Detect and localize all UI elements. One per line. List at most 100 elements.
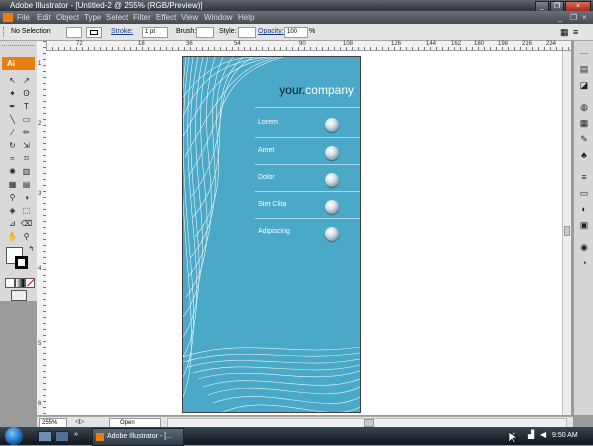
graph-tool-icon[interactable]: ▥ xyxy=(20,166,33,178)
live-paint-tool-icon[interactable]: ◈ xyxy=(6,205,19,217)
sphere-button-icon xyxy=(325,227,339,241)
eraser-tool-icon[interactable]: ⌫ xyxy=(20,218,33,230)
navigator-panel-icon[interactable]: ▤ xyxy=(578,63,590,75)
rectangle-tool-icon[interactable]: ▭ xyxy=(20,114,33,126)
stroke-weight-field[interactable]: 1 pt xyxy=(142,27,168,38)
document-setup-icon[interactable]: ▦ xyxy=(560,24,569,40)
stroke-weight-value: 1 pt xyxy=(145,29,156,35)
free-transform-tool-icon[interactable]: ⌑ xyxy=(20,153,33,165)
company-logo-text: your.company xyxy=(279,83,354,97)
quick-launch-expand-icon[interactable]: » xyxy=(74,431,78,438)
divider xyxy=(255,107,360,108)
line-tool-icon[interactable]: ╲ xyxy=(6,114,19,126)
color-panel-icon[interactable]: ◍ xyxy=(578,101,590,113)
sphere-button-icon xyxy=(325,146,339,160)
blend-tool-icon[interactable]: ◑ xyxy=(20,192,33,204)
menu-edit[interactable]: Edit xyxy=(37,11,51,24)
none-mode-icon[interactable] xyxy=(25,278,35,288)
brand-prefix: your. xyxy=(279,83,306,97)
menu-type[interactable]: Type xyxy=(84,11,101,24)
taskbar-illustrator-button[interactable]: Adobe Illustrator - [... xyxy=(92,428,184,446)
horizontal-scroll-thumb[interactable] xyxy=(364,419,374,427)
doc-restore-button[interactable]: ❐ xyxy=(570,11,577,24)
mesh-tool-icon[interactable]: ▦ xyxy=(6,179,19,191)
panel-menu-icon[interactable]: ≡ xyxy=(573,24,578,40)
color-mode-icon[interactable] xyxy=(5,278,15,288)
illustrator-app-icon xyxy=(96,433,104,441)
menu-help[interactable]: Help xyxy=(238,11,254,24)
graphic-styles-panel-icon[interactable]: ▣ xyxy=(578,219,590,231)
menu-effect[interactable]: Effect xyxy=(156,11,176,24)
swatches-panel-icon[interactable]: ▦ xyxy=(578,117,590,129)
transparency-panel-icon[interactable]: ◐ xyxy=(578,203,590,215)
warp-tool-icon[interactable]: ≈ xyxy=(6,153,19,165)
stroke-label[interactable]: Stroke: xyxy=(111,24,133,40)
symbol-sprayer-tool-icon[interactable]: ✺ xyxy=(6,166,19,178)
screen-mode-icon[interactable] xyxy=(11,290,27,301)
window-title: Adobe Illustrator - [Untitled-2 @ 255% (… xyxy=(10,1,203,10)
sphere-button-icon xyxy=(325,200,339,214)
artboard-nav-icon[interactable]: ◁▷ xyxy=(75,417,84,427)
clock[interactable]: 9:50 AM xyxy=(552,427,578,445)
switch-windows-icon[interactable] xyxy=(55,431,69,442)
slice-tool-icon[interactable]: ⊿ xyxy=(6,218,19,230)
layers-panel-icon[interactable]: ◔ xyxy=(578,257,590,269)
hand-tool-icon[interactable]: ✋ xyxy=(6,231,19,243)
eyedropper-tool-icon[interactable]: ⚲ xyxy=(6,192,19,204)
style-dropdown[interactable] xyxy=(238,27,256,38)
opacity-field[interactable]: 100 xyxy=(284,27,308,38)
lasso-tool-icon[interactable]: ʘ xyxy=(20,88,33,100)
pencil-tool-icon[interactable]: ✏ xyxy=(20,127,33,139)
mouse-cursor-icon xyxy=(509,432,517,444)
ruler-label: 5 xyxy=(38,341,42,347)
show-desktop-icon[interactable] xyxy=(38,431,52,442)
horizontal-ruler[interactable]: 72 18 36 54 90 108 126 144 162 180 198 2… xyxy=(46,41,571,51)
stroke-panel-icon[interactable]: ≡ xyxy=(578,171,590,183)
gradient-mode-icon[interactable] xyxy=(15,278,25,288)
divider xyxy=(255,164,360,165)
sphere-button-icon xyxy=(325,173,339,187)
scale-tool-icon[interactable]: ⇲ xyxy=(20,140,33,152)
rotate-tool-icon[interactable]: ↻ xyxy=(6,140,19,152)
volume-icon[interactable]: ◀ xyxy=(540,430,546,439)
brushes-panel-icon[interactable]: ✎ xyxy=(578,133,590,145)
nav-item-adipiscing: Adipiscing xyxy=(258,228,290,235)
type-tool-icon[interactable]: T xyxy=(20,101,33,113)
ruler-label: 4 xyxy=(38,266,42,272)
symbols-panel-icon[interactable]: ♣ xyxy=(578,149,590,161)
direct-selection-tool-icon[interactable]: ↗ xyxy=(20,75,33,87)
zoom-tool-icon[interactable]: ⚲ xyxy=(20,231,33,243)
live-paint-selection-tool-icon[interactable]: ⬚ xyxy=(20,205,33,217)
artboard[interactable]: your.company Lorem Amet Dolor Stet Clita… xyxy=(182,56,361,413)
title-bar: Adobe Illustrator - [Untitled-2 @ 255% (… xyxy=(0,0,593,12)
brush-dropdown[interactable] xyxy=(196,27,214,38)
gradient-panel-icon[interactable]: ▭ xyxy=(578,187,590,199)
menu-view[interactable]: View xyxy=(181,11,198,24)
menu-select[interactable]: Select xyxy=(106,11,128,24)
selection-tool-icon[interactable]: ↖ xyxy=(6,75,19,87)
menu-file[interactable]: File xyxy=(17,11,30,24)
taskbar-app-label: Adobe Illustrator - [... xyxy=(107,433,172,440)
magic-wand-tool-icon[interactable]: ✦ xyxy=(6,88,19,100)
menu-window[interactable]: Window xyxy=(204,11,232,24)
menu-object[interactable]: Object xyxy=(56,11,79,24)
doc-minimize-button[interactable]: _ xyxy=(558,11,562,24)
gradient-tool-icon[interactable]: ▤ xyxy=(20,179,33,191)
pen-tool-icon[interactable]: ✒ xyxy=(6,101,19,113)
start-button-icon[interactable] xyxy=(5,427,23,445)
app-icon[interactable] xyxy=(3,13,13,22)
document-canvas[interactable]: your.company Lorem Amet Dolor Stet Clita… xyxy=(46,51,571,415)
vertical-scroll-thumb[interactable] xyxy=(564,226,570,236)
opacity-label[interactable]: Opacity: xyxy=(258,24,284,40)
fill-swatch[interactable] xyxy=(66,27,82,38)
network-icon[interactable]: ▟ xyxy=(528,430,534,439)
appearance-panel-icon[interactable]: ◉ xyxy=(578,241,590,253)
paintbrush-tool-icon[interactable]: ∕ xyxy=(6,127,19,139)
brand-suffix: company xyxy=(305,83,354,97)
vertical-scrollbar[interactable] xyxy=(562,51,571,415)
stroke-color-swatch[interactable] xyxy=(15,256,28,269)
stroke-swatch[interactable] xyxy=(86,27,102,38)
menu-filter[interactable]: Filter xyxy=(133,11,151,24)
info-panel-icon[interactable]: ◪ xyxy=(578,79,590,91)
doc-close-button[interactable]: × xyxy=(582,11,587,24)
